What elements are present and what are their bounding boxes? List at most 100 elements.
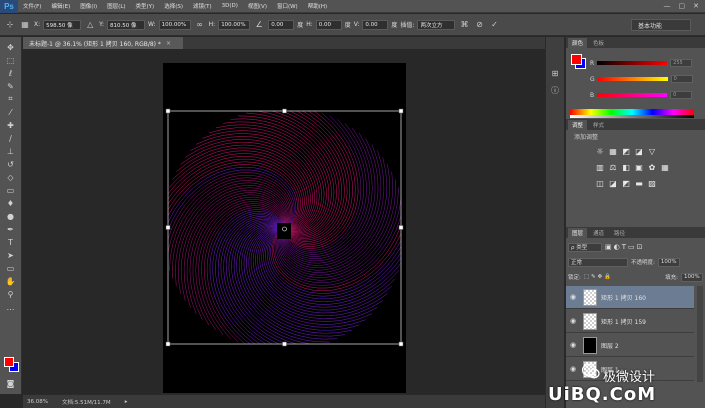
hskew-input[interactable]: 0.00	[315, 19, 342, 30]
color-lookup-icon[interactable]: ▦	[661, 163, 669, 172]
hue-saturation-icon[interactable]: ▥	[596, 163, 604, 172]
menu-edit[interactable]: 编辑(E)	[46, 2, 75, 10]
gradient-tool-icon[interactable]: ▭	[3, 184, 19, 196]
clone-stamp-tool-icon[interactable]: ⊥	[3, 145, 19, 157]
black-white-icon[interactable]: ◧	[622, 163, 630, 172]
crop-tool-icon[interactable]: ⌗	[3, 93, 19, 105]
lasso-tool-icon[interactable]: ℓ	[3, 67, 19, 79]
gradient-map-icon[interactable]: ▬	[635, 179, 643, 188]
commit-transform-icon[interactable]: ✓	[488, 19, 500, 31]
properties-panel-icon[interactable]: ⓘ	[547, 84, 563, 96]
layer-filter-kind-select[interactable]: ρ 类型	[568, 242, 602, 252]
channel-b-slider[interactable]	[597, 93, 668, 97]
minimize-icon[interactable]: —	[664, 2, 671, 10]
marquee-tool-icon[interactable]: ⬚	[3, 54, 19, 66]
relative-position-icon[interactable]: △	[84, 19, 96, 31]
pen-tool-icon[interactable]: ✒	[3, 223, 19, 235]
tab-channels[interactable]: 通道	[589, 228, 608, 238]
x-input[interactable]: 598.50 像	[43, 19, 82, 30]
menu-type[interactable]: 类型(Y)	[131, 2, 160, 10]
y-input[interactable]: 810.50 像	[107, 19, 146, 30]
menu-window[interactable]: 窗口(W)	[272, 2, 303, 10]
photo-filter-icon[interactable]: ▣	[635, 163, 643, 172]
layer-row[interactable]: ◉ 矩形 1 拷贝 160	[566, 286, 694, 309]
tab-styles[interactable]: 样式	[589, 120, 608, 130]
quick-mask-icon[interactable]: ◙	[3, 377, 19, 389]
fill-input[interactable]: 100%	[681, 272, 703, 282]
blend-mode-select[interactable]: 正常	[568, 257, 628, 267]
history-panel-icon[interactable]: ⊞	[547, 67, 563, 79]
document-tab[interactable]: 未标题-1 @ 36.1% (矩形 1 拷贝 160, RGB/8) * ×	[23, 37, 183, 49]
height-input[interactable]: 100.00%	[218, 19, 251, 30]
more-tools-icon[interactable]: …	[3, 301, 19, 313]
quick-select-tool-icon[interactable]: ✎	[3, 80, 19, 92]
selective-color-icon[interactable]: ▨	[648, 179, 656, 188]
warp-mode-icon[interactable]: ⌘	[458, 19, 470, 31]
zoom-level[interactable]: 36.08%	[27, 399, 48, 405]
interpolation-select[interactable]: 两次立方	[417, 19, 456, 30]
status-arrow-icon[interactable]: ▸	[125, 399, 128, 405]
threshold-icon[interactable]: ◩	[622, 179, 630, 188]
workspace-select[interactable]: 基本功能	[631, 19, 691, 31]
visibility-eye-icon[interactable]: ◉	[566, 293, 580, 301]
tab-paths[interactable]: 路径	[610, 228, 629, 238]
path-select-tool-icon[interactable]: ➤	[3, 249, 19, 261]
menu-3d[interactable]: 3D(D)	[217, 3, 243, 9]
document-tab-close-icon[interactable]: ×	[166, 40, 171, 47]
angle-input[interactable]: 0.00	[268, 19, 295, 30]
eyedropper-tool-icon[interactable]: ⁄	[3, 106, 19, 118]
document-canvas[interactable]	[163, 63, 406, 393]
posterize-icon[interactable]: ◪	[609, 179, 617, 188]
layer-row[interactable]: ◉ 矩形 1 拷贝 159	[566, 310, 694, 333]
curves-icon[interactable]: ◩	[622, 147, 630, 156]
blur-tool-icon[interactable]: ♦	[3, 197, 19, 209]
width-input[interactable]: 100.00%	[158, 19, 191, 30]
menu-help[interactable]: 帮助(H)	[303, 2, 332, 10]
type-tool-icon[interactable]: T	[3, 236, 19, 248]
maximize-icon[interactable]: ▢	[679, 2, 686, 10]
move-tool-icon[interactable]: ✥	[3, 41, 19, 53]
link-icon[interactable]: ∞	[194, 19, 206, 31]
visibility-eye-icon[interactable]: ◉	[566, 317, 580, 325]
visibility-eye-icon[interactable]: ◉	[566, 341, 580, 349]
layer-row[interactable]: ◉ 图层 2	[566, 334, 694, 357]
channel-g-slider[interactable]	[597, 77, 668, 81]
channel-g-value[interactable]: 0	[670, 75, 693, 83]
history-brush-tool-icon[interactable]: ↺	[3, 158, 19, 170]
close-icon[interactable]: ✕	[693, 2, 699, 10]
dodge-tool-icon[interactable]: ●	[3, 210, 19, 222]
transform-tool-icon[interactable]: ⊹	[4, 19, 16, 31]
color-balance-icon[interactable]: ⚖	[609, 163, 617, 172]
tab-layers[interactable]: 图层	[568, 228, 588, 238]
eraser-tool-icon[interactable]: ◇	[3, 171, 19, 183]
tab-adjustments[interactable]: 调整	[568, 120, 588, 130]
channel-r-slider[interactable]	[597, 61, 668, 65]
levels-icon[interactable]: ▦	[609, 147, 617, 156]
foreground-color-swatch[interactable]	[4, 357, 14, 367]
menu-file[interactable]: 文件(F)	[18, 2, 46, 10]
color-spectrum-bar[interactable]	[570, 109, 694, 118]
reference-point-icon[interactable]: ▦	[19, 19, 31, 31]
channel-r-value[interactable]: 255	[670, 59, 693, 67]
vskew-input[interactable]: 0.00	[362, 19, 389, 30]
shape-tool-icon[interactable]: ▭	[3, 262, 19, 274]
zoom-tool-icon[interactable]: ⚲	[3, 288, 19, 300]
menu-filter[interactable]: 滤镜(T)	[188, 2, 217, 10]
panel-fg-swatch[interactable]	[571, 54, 582, 65]
vibrance-icon[interactable]: ▽	[648, 147, 656, 156]
menu-image[interactable]: 图像(I)	[75, 2, 102, 10]
channel-mixer-icon[interactable]: ✿	[648, 163, 656, 172]
lock-icons[interactable]: ⬚✎✥🔒	[584, 274, 613, 280]
healing-brush-tool-icon[interactable]: ✚	[3, 119, 19, 131]
opacity-input[interactable]: 100%	[657, 257, 680, 267]
cancel-transform-icon[interactable]: ⊘	[473, 19, 485, 31]
layer-filter-icons[interactable]: ▣◐T▭⊡	[605, 243, 644, 251]
menu-view[interactable]: 视图(V)	[243, 2, 272, 10]
invert-icon[interactable]: ◫	[596, 179, 604, 188]
channel-b-value[interactable]: 0	[670, 91, 693, 99]
brush-tool-icon[interactable]: ∕	[3, 132, 19, 144]
menu-select[interactable]: 选择(S)	[159, 2, 188, 10]
menu-layer[interactable]: 图层(L)	[102, 2, 130, 10]
visibility-eye-icon[interactable]: ◉	[566, 365, 580, 373]
layers-scrollbar[interactable]	[697, 286, 703, 382]
